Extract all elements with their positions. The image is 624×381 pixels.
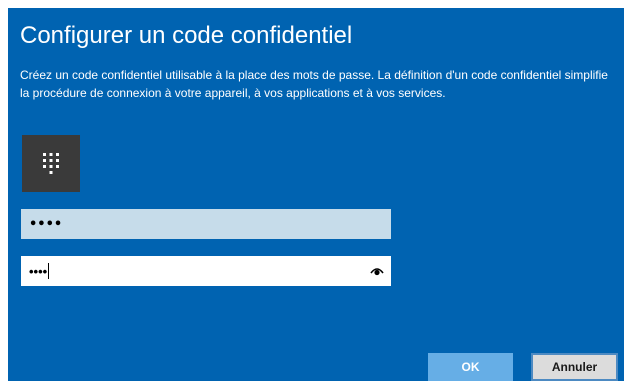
keypad-icon [22,135,80,192]
pin-input-value: •••• [29,216,63,232]
dialog-title: Configurer un code confidentiel [20,22,353,49]
eye-icon[interactable] [369,263,385,279]
pin-setup-dialog: Configurer un code confidentiel Créez un… [8,8,624,381]
keypad-icon-glyph [43,152,59,174]
cancel-button[interactable]: Annuler [531,353,618,381]
dialog-description: Créez un code confidentiel utilisable à … [20,68,608,100]
confirm-pin-input-value: •••• [29,263,48,279]
eye-icon-glyph [370,268,384,276]
ok-button[interactable]: OK [428,353,513,381]
confirm-pin-input[interactable]: •••• [21,256,391,286]
text-caret [48,263,50,279]
pin-input[interactable]: •••• [21,209,391,239]
